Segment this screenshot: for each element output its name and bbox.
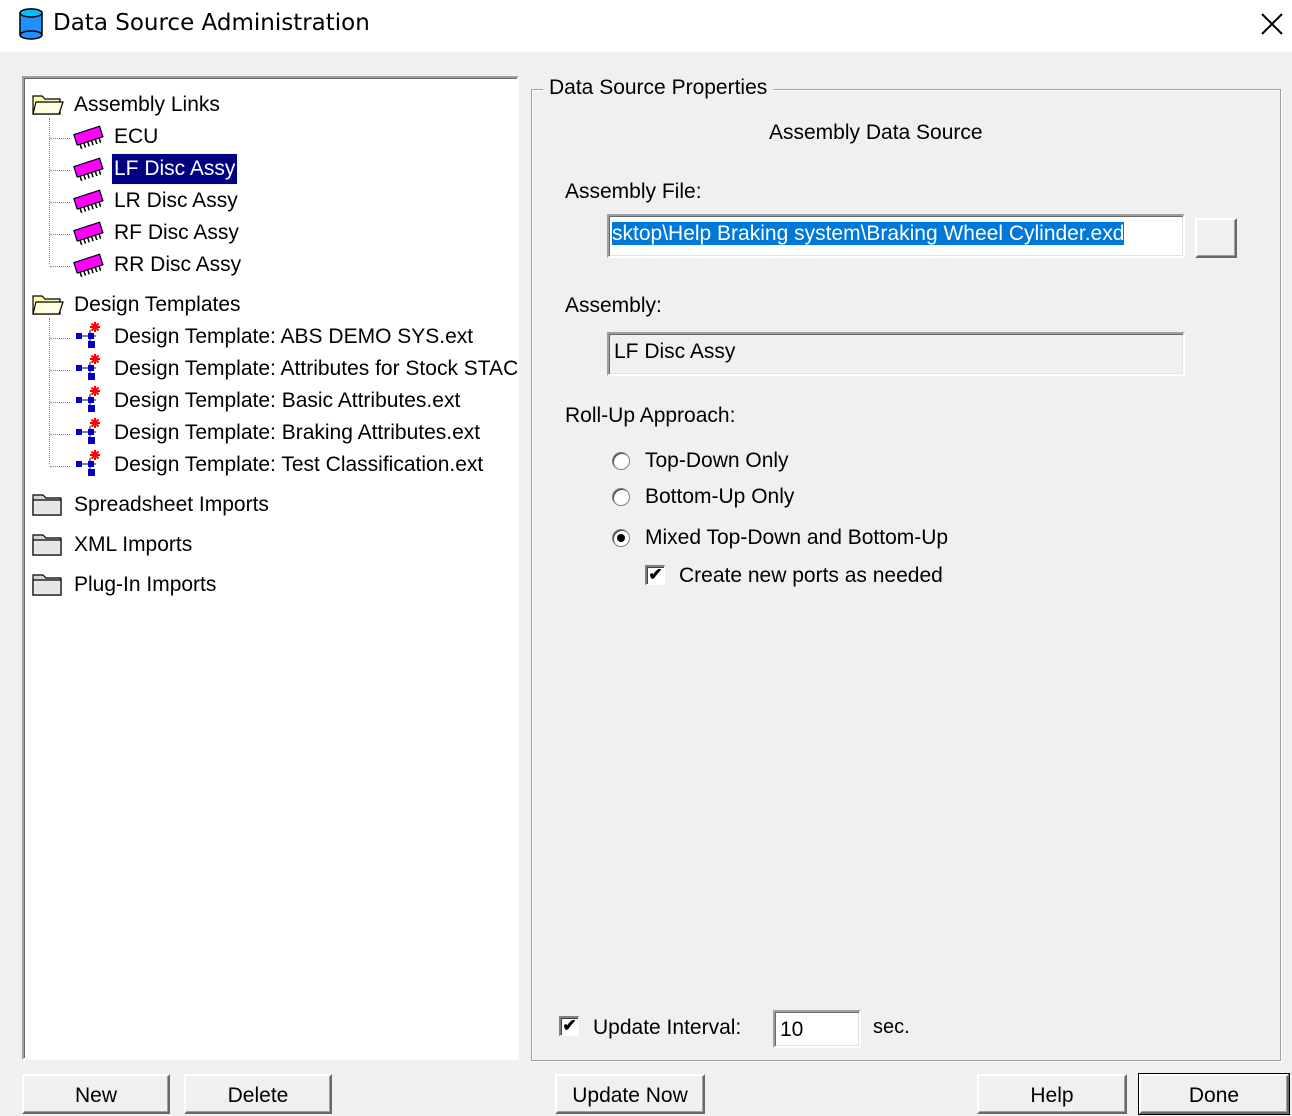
data-source-type-heading: Assembly Data Source <box>769 121 983 144</box>
tree-item-label: Design Template: ABS DEMO SYS.ext <box>114 325 474 348</box>
assembly-file-label: Assembly File: <box>565 180 702 203</box>
tree-connector <box>50 170 70 171</box>
update-interval-input[interactable]: 10 <box>773 1010 861 1048</box>
tree-folder-label: Spreadsheet Imports <box>74 493 269 516</box>
help-button[interactable]: Help <box>977 1074 1127 1114</box>
template-icon <box>72 450 106 487</box>
update-now-button[interactable]: Update Now <box>555 1074 705 1114</box>
update-interval-unit: sec. <box>873 1016 910 1038</box>
tree-folder-label: Assembly Links <box>74 93 220 116</box>
folder-icon <box>32 492 64 525</box>
update-interval-checkbox[interactable]: ✔ <box>559 1016 579 1036</box>
rollup-approach-label: Roll-Up Approach: <box>565 404 736 427</box>
tree-connector <box>50 402 70 403</box>
tree-connector <box>49 118 50 264</box>
tree-connector <box>50 202 70 203</box>
update-interval-label: Update Interval: <box>593 1016 742 1039</box>
tree-item-label: Design Template: Test Classification.ext <box>114 453 484 476</box>
chip-icon <box>72 187 106 222</box>
tree-folder-label: Plug-In Imports <box>74 573 217 596</box>
assembly-file-input[interactable]: sktop\Help Braking system\Braking Wheel … <box>607 214 1185 258</box>
tree-folder-label: XML Imports <box>74 533 193 556</box>
done-button[interactable]: Done <box>1138 1073 1290 1115</box>
update-interval-value: 10 <box>780 1018 804 1041</box>
tree-item-label: Design Template: Basic Attributes.ext <box>114 389 461 412</box>
tree-item-label: Design Template: Attributes for Stock ST… <box>114 357 519 380</box>
tree-item-label: RF Disc Assy <box>114 221 239 244</box>
rollup-option-label: Bottom-Up Only <box>645 485 795 508</box>
chip-icon <box>72 219 106 254</box>
database-icon <box>19 8 43 40</box>
assembly-value: LF Disc Assy <box>614 340 736 363</box>
new-button[interactable]: New <box>22 1074 170 1114</box>
folder-open-icon <box>32 292 64 325</box>
tree-item-label: LR Disc Assy <box>114 189 238 212</box>
tree-connector <box>50 138 70 139</box>
data-source-tree[interactable]: Assembly Links ECU LF Disc Assy LR Disc Ass… <box>22 76 519 1060</box>
rollup-radio-0[interactable] <box>612 452 630 470</box>
assembly-field: LF Disc Assy <box>607 332 1185 376</box>
close-icon[interactable] <box>1258 10 1286 38</box>
chip-icon <box>72 123 106 158</box>
folder-icon <box>32 532 64 565</box>
chip-icon <box>72 155 106 190</box>
tree-connector <box>50 434 70 435</box>
tree-item-label: Design Template: Braking Attributes.ext <box>114 421 481 444</box>
create-ports-checkbox[interactable]: ✔ <box>645 565 665 585</box>
tree-folder-label: Design Templates <box>74 293 241 316</box>
folder-icon <box>32 572 64 605</box>
assembly-label: Assembly: <box>565 294 662 317</box>
tree-item-label: RR Disc Assy <box>114 253 242 276</box>
tree-connector <box>50 266 70 267</box>
chip-icon <box>72 251 106 286</box>
tree-connector <box>49 318 50 464</box>
tree-connector <box>50 370 70 371</box>
delete-button[interactable]: Delete <box>184 1074 332 1114</box>
rollup-option-label: Top-Down Only <box>645 449 789 472</box>
rollup-radio-1[interactable] <box>612 488 630 506</box>
tree-item-label: ECU <box>114 125 159 148</box>
browse-button[interactable] <box>1195 218 1237 258</box>
tree-connector <box>50 338 70 339</box>
rollup-radio-2[interactable] <box>612 529 630 547</box>
assembly-file-value: sktop\Help Braking system\Braking Wheel … <box>612 222 1125 245</box>
create-ports-label: Create new ports as needed <box>679 564 943 587</box>
radio-selected-dot <box>617 534 625 542</box>
tree-connector <box>50 466 70 467</box>
window-title: Data Source Administration <box>53 10 370 36</box>
rollup-option-label: Mixed Top-Down and Bottom-Up <box>645 526 949 549</box>
tree-connector <box>50 234 70 235</box>
properties-group-title: Data Source Properties <box>543 76 774 100</box>
tree-item-label: LF Disc Assy <box>110 153 239 185</box>
folder-open-icon <box>32 92 64 125</box>
title-bar: Data Source Administration <box>0 0 1292 52</box>
